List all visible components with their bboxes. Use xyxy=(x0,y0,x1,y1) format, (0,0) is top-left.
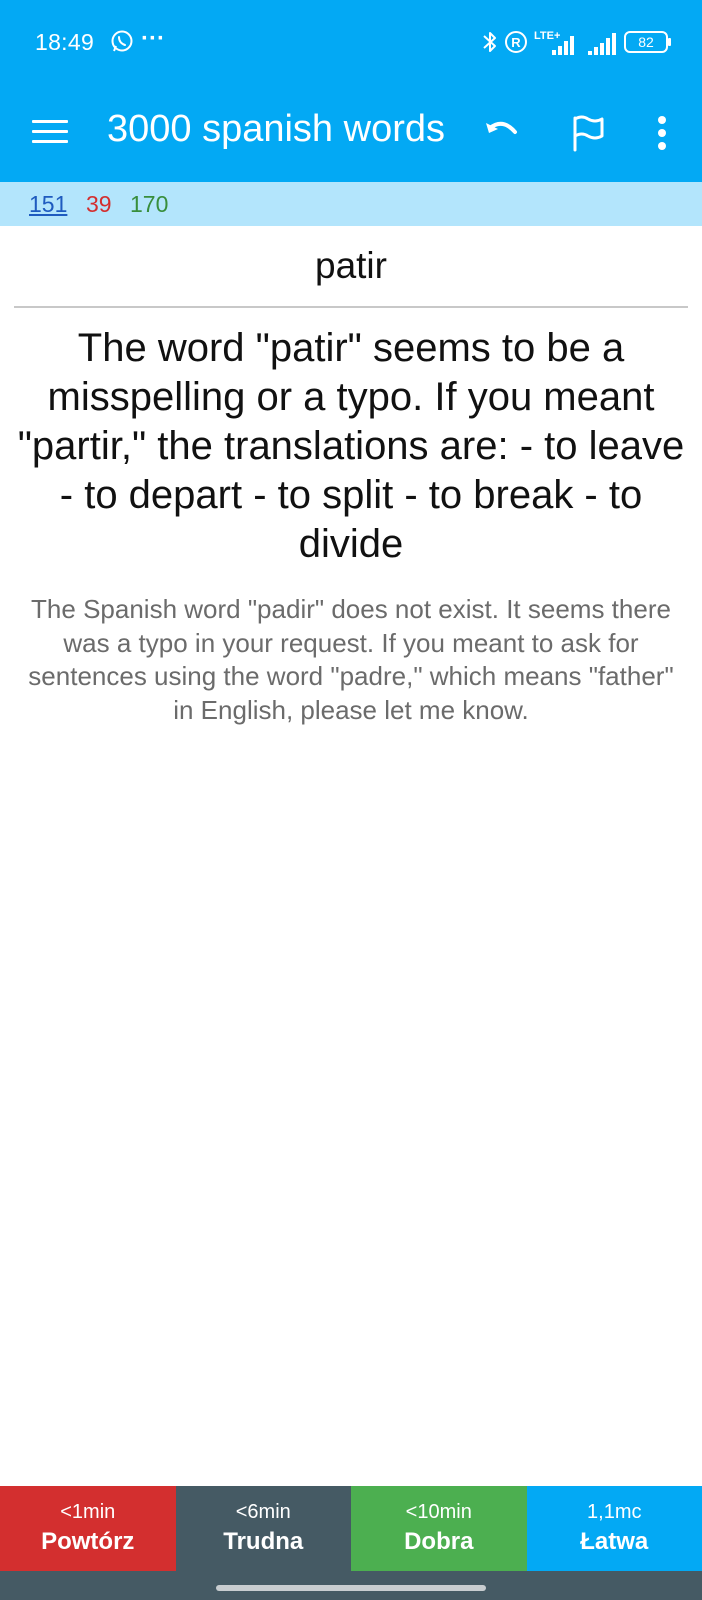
home-gesture-handle[interactable] xyxy=(216,1585,486,1591)
battery-level: 82 xyxy=(638,34,654,50)
svg-text:R: R xyxy=(511,35,521,50)
good-interval: <10min xyxy=(405,1500,472,1523)
flag-icon[interactable] xyxy=(566,109,610,155)
bluetooth-icon xyxy=(483,32,496,52)
battery-icon: 82 xyxy=(624,31,671,53)
undo-icon[interactable] xyxy=(480,110,526,156)
again-label: Powtórz xyxy=(41,1527,135,1555)
status-icons: R LTE+ 82 xyxy=(482,28,672,56)
hard-label: Trudna xyxy=(223,1527,304,1555)
easy-label: Łatwa xyxy=(580,1527,649,1555)
signal-lte-icon: LTE+ xyxy=(534,30,574,55)
whatsapp-icon xyxy=(111,30,133,52)
roaming-icon: R xyxy=(505,31,527,53)
again-interval: <1min xyxy=(60,1500,116,1523)
signal-icon xyxy=(588,33,616,55)
more-notifications-icon: ··· xyxy=(141,25,165,52)
status-time: 18:49 xyxy=(35,29,95,55)
app-bar: 3000 spanish words xyxy=(0,84,702,182)
good-button[interactable]: <10min Dobra xyxy=(351,1486,527,1571)
answer-buttons: <1min Powtórz <6min Trudna <10min Dobra … xyxy=(0,1486,702,1571)
network-label: LTE+ xyxy=(534,30,560,42)
again-button[interactable]: <1min Powtórz xyxy=(0,1486,176,1571)
card-question-word: patir xyxy=(315,245,387,286)
card-answer-translation: The word "patir" seems to be a misspelli… xyxy=(17,326,685,566)
new-count[interactable]: 151 xyxy=(29,191,67,218)
menu-icon[interactable] xyxy=(32,113,68,153)
card-example-text: The Spanish word "padir" does not exist.… xyxy=(28,594,674,725)
learning-count: 39 xyxy=(86,191,112,217)
card-counts-bar: 151 39 170 xyxy=(0,182,702,226)
hard-button[interactable]: <6min Trudna xyxy=(175,1486,351,1571)
system-nav-bar xyxy=(0,1571,702,1600)
status-bar: 18:49 ··· R LTE+ 82 xyxy=(0,0,702,84)
review-count: 170 xyxy=(130,191,169,217)
deck-title: 3000 spanish words xyxy=(107,108,445,150)
easy-button[interactable]: 1,1mc Łatwa xyxy=(526,1486,702,1571)
hard-interval: <6min xyxy=(235,1500,291,1523)
good-label: Dobra xyxy=(404,1527,474,1555)
easy-interval: 1,1mc xyxy=(587,1500,642,1523)
more-vert-icon[interactable] xyxy=(648,109,676,157)
answer-divider xyxy=(14,306,688,308)
